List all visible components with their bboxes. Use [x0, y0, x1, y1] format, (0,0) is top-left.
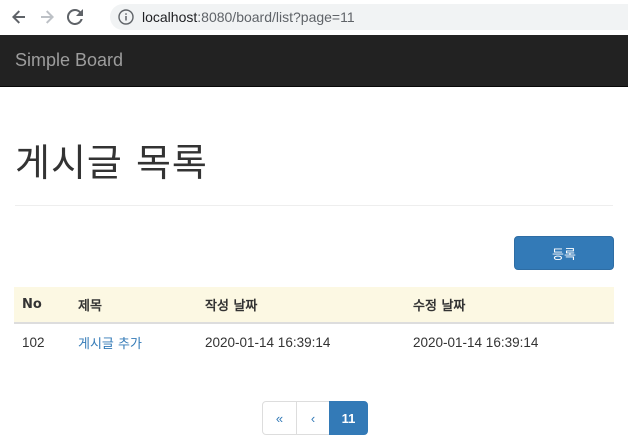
table-row: 102 게시글 추가 2020-01-14 16:39:14 2020-01-1… [14, 323, 614, 361]
pagination: « ‹ 11 [262, 401, 368, 435]
current-page-button[interactable]: 11 [329, 401, 368, 435]
row-created: 2020-01-14 16:39:14 [205, 335, 331, 350]
browser-toolbar: localhost:8080/board/list?page=11 [0, 0, 628, 34]
header-created: 작성 날짜 [197, 287, 405, 324]
header-title: 제목 [70, 287, 197, 324]
first-page-button[interactable]: « [262, 401, 297, 435]
forward-arrow-icon[interactable] [36, 6, 58, 28]
url-path: :8080/board/list?page=11 [197, 9, 355, 25]
reload-icon[interactable] [64, 6, 86, 28]
table-header-row: No 제목 작성 날짜 수정 날짜 [14, 287, 614, 324]
header-updated: 수정 날짜 [405, 287, 614, 324]
info-icon[interactable] [118, 9, 134, 25]
row-title-cell: 게시글 추가 [70, 323, 197, 361]
register-button[interactable]: 등록 [514, 236, 614, 270]
page-header: 게시글 목록 [15, 140, 613, 206]
navbar-brand[interactable]: Simple Board [15, 50, 123, 71]
row-updated: 2020-01-14 16:39:14 [413, 335, 539, 350]
url-host: localhost [142, 9, 198, 25]
prev-page-button[interactable]: ‹ [296, 401, 330, 435]
top-navbar: Simple Board [0, 35, 628, 87]
page-title: 게시글 목록 [15, 141, 208, 185]
post-title-link[interactable]: 게시글 추가 [78, 337, 142, 352]
header-no: No [14, 287, 70, 324]
row-no: 102 [22, 335, 45, 350]
address-bar[interactable]: localhost:8080/board/list?page=11 [110, 4, 628, 30]
board-table: No 제목 작성 날짜 수정 날짜 102 게시글 추가 2020-01-14 … [14, 287, 614, 361]
back-arrow-icon[interactable] [8, 6, 30, 28]
